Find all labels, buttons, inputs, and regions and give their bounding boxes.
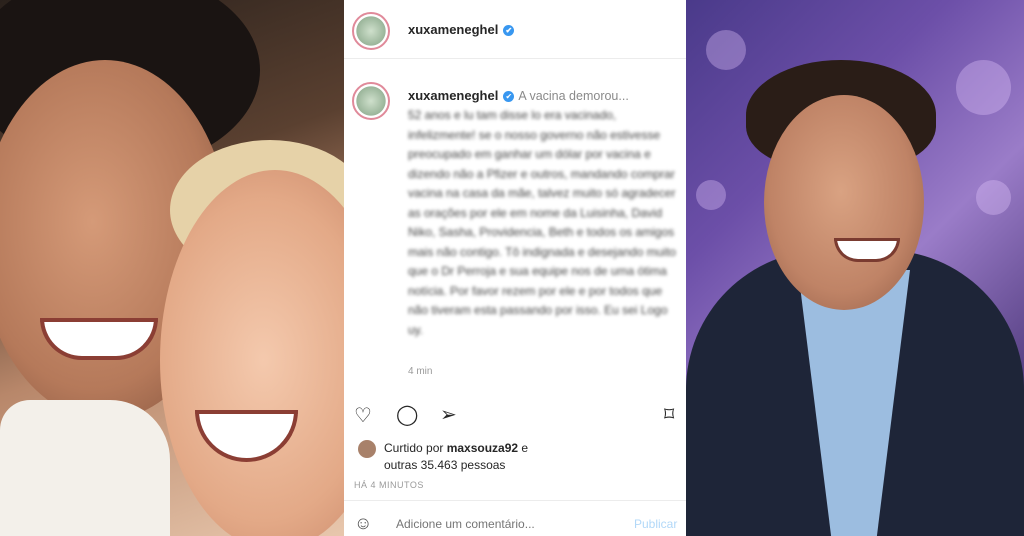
verified-badge-icon: ✔ bbox=[503, 25, 515, 37]
caption-avatar[interactable] bbox=[352, 82, 390, 120]
post-timestamp: HÁ 4 MINUTOS bbox=[354, 480, 424, 490]
share-icon[interactable]: ➢ bbox=[440, 402, 457, 427]
bokeh-light bbox=[976, 180, 1011, 215]
like-heart-icon[interactable]: ♡ bbox=[354, 403, 372, 428]
save-bookmark-icon[interactable]: ⌑ bbox=[664, 402, 674, 427]
couple-photo bbox=[0, 0, 344, 536]
likes-summary[interactable]: Curtido por maxsouza92 e outras 35.463 p… bbox=[384, 440, 528, 474]
bokeh-light bbox=[706, 30, 746, 70]
bokeh-light bbox=[956, 60, 1011, 115]
comment-icon[interactable]: ◯ bbox=[396, 402, 418, 427]
comment-input[interactable] bbox=[396, 517, 616, 531]
man-tv-studio-photo bbox=[686, 0, 1024, 536]
liked-others[interactable]: outras 35.463 pessoas bbox=[384, 458, 505, 472]
profile-avatar[interactable] bbox=[352, 12, 390, 50]
liker-avatar[interactable] bbox=[358, 440, 376, 458]
publish-button[interactable]: Publicar bbox=[634, 517, 677, 531]
verified-badge-icon: ✔ bbox=[503, 91, 515, 103]
liked-prefix: Curtido por bbox=[384, 441, 447, 455]
liked-user[interactable]: maxsouza92 bbox=[447, 441, 518, 455]
man-shirt bbox=[0, 400, 170, 536]
caption-time: 4 min bbox=[408, 366, 433, 377]
caption-username[interactable]: xuxameneghel bbox=[408, 88, 498, 103]
username-text[interactable]: xuxameneghel bbox=[408, 22, 498, 37]
caption-text-blurred: 52 anos e lu tam disse lo era vacinado, … bbox=[408, 108, 676, 337]
liked-and: e bbox=[518, 441, 529, 455]
man-face bbox=[764, 95, 924, 310]
emoji-smiley-icon[interactable]: ☺ bbox=[354, 513, 372, 534]
instagram-post-screenshot: xuxameneghel ✔ xuxameneghel ✔ A vacina demo… bbox=[344, 0, 686, 536]
caption-preview: A vacina demorou... bbox=[518, 89, 629, 103]
comment-bar: ☺ Publicar bbox=[344, 500, 686, 536]
post-header: xuxameneghel ✔ bbox=[344, 0, 686, 59]
bokeh-light bbox=[696, 180, 726, 210]
post-username[interactable]: xuxameneghel ✔ bbox=[408, 22, 515, 37]
caption-header: xuxameneghel ✔ A vacina demorou... bbox=[408, 88, 629, 103]
